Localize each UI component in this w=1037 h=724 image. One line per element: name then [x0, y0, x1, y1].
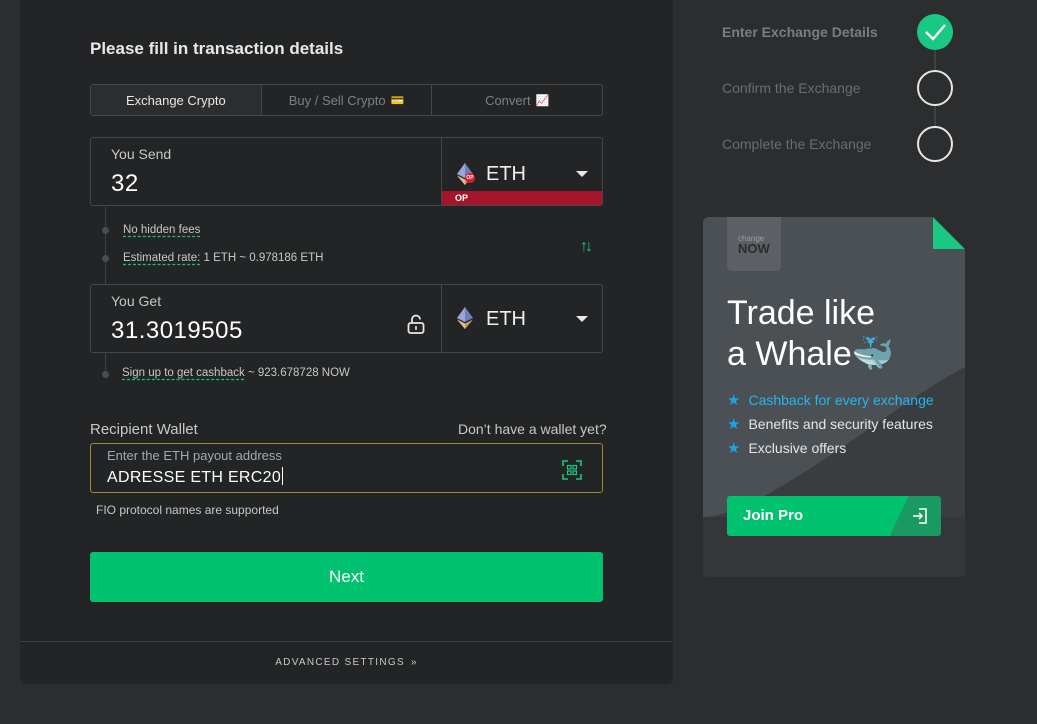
next-button[interactable]: Next: [90, 552, 603, 602]
tab-label: Exchange Crypto: [125, 92, 226, 108]
get-amount-value: 31.3019505: [111, 317, 243, 344]
estimated-rate-value: 1 ETH ~ 0.978186 ETH: [200, 252, 324, 264]
promo-title-line2-wrap: a Whale🐳: [727, 334, 894, 375]
chevron-down-icon: [576, 316, 588, 322]
step-label-enter-details: Enter Exchange Details: [722, 24, 878, 40]
tab-label: Convert: [485, 92, 531, 108]
cashback-value: ~ 923.678728 NOW: [244, 367, 350, 379]
advanced-settings-toggle[interactable]: ADVANCED SETTINGS »: [20, 657, 673, 668]
info-dot: [102, 255, 109, 262]
no-hidden-fees-link[interactable]: No hidden fees: [123, 224, 200, 236]
estimated-rate-label[interactable]: Estimated rate:: [123, 252, 200, 264]
chevron-down-icon: [576, 171, 588, 177]
send-currency-select[interactable]: OP ETH OP: [441, 138, 602, 205]
qr-scan-icon[interactable]: [562, 460, 582, 480]
form-title: Please fill in transaction details: [90, 39, 344, 58]
chart-icon: 📈: [535, 94, 550, 107]
promo-title-line2: a Whale: [727, 335, 852, 373]
address-placeholder: Enter the ETH payout address: [107, 448, 282, 463]
promo-feature-text: Benefits and security features: [748, 416, 933, 432]
star-icon: ★: [727, 416, 741, 433]
swap-icon[interactable]: ↑↓: [580, 238, 593, 256]
changenow-logo: change NOW: [727, 217, 781, 271]
chevron-double-down-icon: »: [410, 657, 418, 668]
get-currency-symbol: ETH: [486, 308, 526, 330]
tab-buy-sell-crypto[interactable]: Buy / Sell Crypto 💳: [260, 85, 432, 115]
exchange-form-panel: Please fill in transaction details Excha…: [20, 0, 673, 684]
no-hidden-fees-text: No hidden fees: [123, 224, 201, 236]
network-badge: OP: [442, 191, 602, 205]
whale-icon: 🐳: [851, 335, 895, 373]
promo-feature-text: Exclusive offers: [748, 440, 847, 456]
fio-note: FIO protocol names are supported: [96, 503, 279, 517]
advanced-settings-label: ADVANCED SETTINGS: [275, 657, 405, 668]
eth-icon: [457, 307, 473, 329]
sign-in-icon: [913, 508, 927, 524]
get-currency-select[interactable]: ETH: [441, 285, 602, 352]
promo-title: Trade like a Whale🐳: [727, 293, 894, 375]
info-dot: [102, 227, 109, 234]
promo-feature: ★ Cashback for every exchange: [727, 391, 934, 409]
send-amount-box: You Send 32 OP ETH OP: [90, 137, 603, 206]
info-rail: [105, 207, 106, 284]
step-done-circle: [917, 14, 953, 50]
promo-feature-text: Cashback for every exchange: [748, 392, 934, 408]
card-icon: 💳: [390, 94, 405, 107]
recipient-wallet-label: Recipient Wallet: [90, 421, 198, 438]
join-pro-button[interactable]: Join Pro: [727, 496, 941, 536]
cashback-signup-link[interactable]: Sign up to get cashback: [122, 367, 245, 379]
promo-feature: ★ Exclusive offers: [727, 439, 846, 457]
tab-convert[interactable]: Convert 📈: [431, 85, 602, 115]
tab-exchange-crypto[interactable]: Exchange Crypto: [91, 85, 261, 115]
promo-title-line1: Trade like: [727, 294, 876, 332]
step-label-confirm: Confirm the Exchange: [722, 80, 861, 96]
join-pro-label: Join Pro: [743, 507, 804, 524]
tab-label: Buy / Sell Crypto: [288, 92, 386, 108]
cashback-info: Sign up to get cashback ~ 923.678728 NOW: [122, 367, 350, 379]
send-amount-input[interactable]: 32: [111, 170, 139, 198]
send-currency-symbol: ETH: [486, 163, 526, 185]
step-pending-circle: [917, 70, 953, 106]
get-label: You Get: [111, 293, 162, 309]
step-pending-circle: [917, 126, 953, 162]
promo-card: change NOW Trade like a Whale🐳 ★ Cashback…: [703, 217, 965, 577]
star-icon: ★: [727, 440, 741, 457]
estimated-rate: Estimated rate: 1 ETH ~ 0.978186 ETH: [123, 252, 323, 264]
cashback-dot: [102, 371, 109, 378]
check-icon: [925, 24, 946, 41]
no-wallet-link[interactable]: Don’t have a wallet yet?: [458, 421, 607, 437]
get-amount-box: You Get 31.3019505 ETH: [90, 284, 603, 353]
promo-feature: ★ Benefits and security features: [727, 415, 933, 433]
op-network-icon: OP: [465, 173, 475, 183]
unlock-icon[interactable]: [407, 314, 425, 334]
logo-text-bottom: NOW: [738, 241, 770, 256]
recipient-address-field[interactable]: Enter the ETH payout address ADRESSE ETH…: [90, 443, 603, 493]
exchange-tabs: Exchange Crypto Buy / Sell Crypto 💳 Conv…: [90, 84, 603, 116]
step-label-complete: Complete the Exchange: [722, 136, 872, 152]
page-corner-icon: [933, 217, 965, 249]
recipient-address-input[interactable]: ADRESSE ETH ERC20: [107, 467, 283, 487]
star-icon: ★: [727, 392, 741, 409]
send-label: You Send: [111, 146, 172, 162]
divider: [20, 641, 673, 642]
